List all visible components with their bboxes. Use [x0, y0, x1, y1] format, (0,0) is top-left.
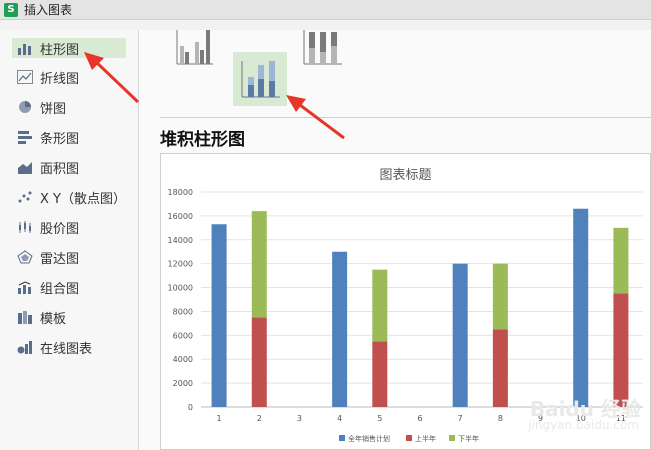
legend-label: 下半年 [458, 434, 479, 443]
sidebar-item-label: 条形图 [40, 131, 80, 147]
title-bar: S 插入图表 [0, 0, 651, 20]
x-tick-label: 1 [217, 414, 222, 423]
sidebar-item-radar[interactable]: 雷达图 [12, 247, 79, 267]
y-tick-label: 8000 [173, 307, 193, 316]
bar-segment [251, 211, 267, 318]
y-tick-label: 2000 [173, 379, 193, 388]
sidebar-item-combo[interactable]: 组合图 [12, 277, 79, 297]
x-tick-label: 8 [498, 414, 503, 423]
x-tick-label: 2 [257, 414, 262, 423]
sidebar-item-area[interactable]: 面积图 [12, 157, 79, 177]
divider [160, 117, 651, 118]
line-chart-icon [16, 70, 34, 84]
x-tick-label: 4 [337, 414, 342, 423]
bar-chart-icon [16, 130, 34, 144]
sidebar-item-label: X Y（散点图） [40, 191, 126, 207]
sidebar-item-online[interactable]: 在线图表 [12, 337, 92, 357]
x-tick-label: 5 [377, 414, 382, 423]
x-tick-label: 3 [297, 414, 302, 423]
clustered-column-icon [176, 30, 213, 65]
sidebar-item-label: 饼图 [40, 101, 67, 117]
sidebar-item-line[interactable]: 折线图 [12, 67, 79, 87]
sidebar-item-label: 股价图 [40, 221, 80, 237]
subtype-clustered-column[interactable] [168, 22, 218, 74]
sidebar-item-label: 折线图 [40, 71, 80, 87]
sidebar-item-scatter[interactable]: X Y（散点图） [12, 187, 126, 207]
y-tick-label: 16000 [168, 212, 193, 221]
pie-chart-icon [16, 100, 34, 114]
subtype-percent-stacked-column[interactable] [297, 22, 347, 74]
column-chart-icon [16, 41, 34, 55]
y-tick-label: 4000 [173, 355, 193, 364]
app-logo-icon: S [4, 2, 18, 17]
area-chart-icon [16, 160, 34, 174]
sidebar-item-label: 柱形图 [40, 42, 80, 58]
sidebar-item-pie[interactable]: 饼图 [12, 97, 66, 117]
bar-segment [492, 263, 508, 330]
sidebar-item-label: 在线图表 [40, 341, 93, 357]
legend-swatch [339, 435, 345, 441]
y-tick-label: 10000 [168, 284, 193, 293]
y-tick-label: 6000 [173, 331, 193, 340]
sidebar-item-template[interactable]: 模板 [12, 307, 66, 327]
pointer-arrow-icon [286, 95, 345, 140]
x-tick-label: 7 [458, 414, 463, 423]
stacked-column-icon [241, 61, 280, 98]
legend-swatch [406, 435, 412, 441]
bar-segment [251, 317, 267, 407]
stock-chart-icon [16, 220, 34, 234]
template-icon [16, 310, 34, 324]
bar-segment [573, 208, 589, 407]
bar-segment [613, 227, 629, 294]
bar-segment [492, 329, 508, 407]
sidebar-item-label: 雷达图 [40, 251, 80, 267]
y-tick-label: 12000 [168, 260, 193, 269]
y-tick-label: 14000 [168, 236, 193, 245]
sidebar-item-stock[interactable]: 股价图 [12, 217, 79, 237]
y-tick-label: 0 [188, 403, 193, 412]
subtype-stacked-column[interactable] [233, 52, 287, 106]
legend-label: 上半年 [415, 434, 436, 443]
sidebar-item-label: 面积图 [40, 161, 80, 177]
y-tick-label: 18000 [168, 188, 193, 197]
window-title: 插入图表 [24, 3, 73, 17]
legend-swatch [449, 435, 455, 441]
bar-segment [372, 341, 388, 407]
sidebar-item-label: 模板 [40, 311, 67, 327]
radar-chart-icon [16, 250, 34, 264]
subtype-title: 堆积柱形图 [160, 130, 245, 150]
bar-segment [332, 251, 348, 407]
pointer-arrow-icon [84, 52, 140, 104]
combo-chart-icon [16, 280, 34, 294]
bar-segment [211, 224, 227, 407]
scatter-chart-icon [16, 190, 34, 204]
bar-segment [452, 263, 468, 407]
online-chart-icon [16, 340, 34, 354]
percent-stacked-column-icon [303, 30, 342, 65]
x-tick-label: 6 [417, 414, 422, 423]
bar-segment [372, 269, 388, 342]
bar-segment [613, 293, 629, 407]
legend-label: 全年销售计划 [348, 434, 390, 443]
watermark-url: jingyan.baidu.com [528, 418, 639, 432]
sidebar-item-bar[interactable]: 条形图 [12, 127, 79, 147]
sidebar-item-label: 组合图 [40, 281, 80, 297]
